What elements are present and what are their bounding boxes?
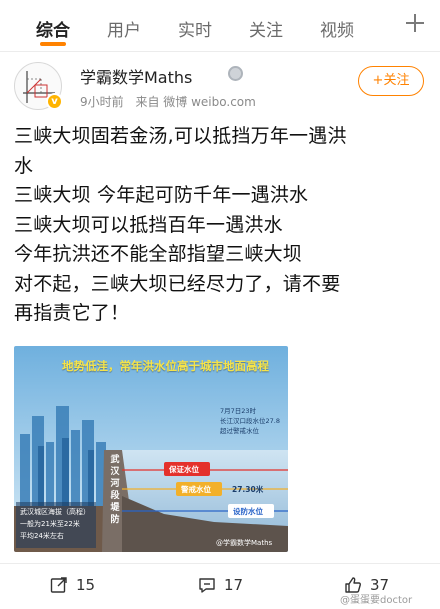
top-tabs: 综合 用户 实时 关注 视频 — [0, 0, 440, 52]
image-title: 地势低洼，常年洪水位高于城市地面高程 — [62, 359, 269, 373]
post-meta: 9小时前 来自 微博 weibo.com — [80, 93, 264, 110]
image-date-note: 7月7日23时 长江汉口段水位27.8 超过警戒水位 — [220, 407, 280, 435]
guarantee-level-label: 保证水位 — [169, 465, 199, 474]
tab-video[interactable]: 视频 — [320, 16, 354, 41]
post-line: 水 — [14, 154, 34, 177]
city-elevation-note: 武汉城区海拔（高程） 一般为21米至22米 平均24米左右 — [20, 508, 90, 540]
repost-button[interactable]: 15 — [50, 576, 95, 594]
image-watermark: @学霸数学Maths — [216, 539, 273, 547]
page-watermark: @蛋蛋要doctor — [340, 595, 413, 606]
tab-realtime[interactable]: 实时 — [178, 16, 212, 41]
tab-users[interactable]: 用户 — [107, 16, 141, 41]
repost-count: 15 — [76, 576, 96, 594]
comment-button[interactable]: 17 — [198, 576, 243, 594]
add-tab-icon[interactable] — [404, 12, 426, 34]
repost-icon — [50, 577, 67, 593]
post-line: 再指责它了！ — [14, 302, 130, 324]
post-line: 对不起，三峡大坝已经尽力了，请不要 — [14, 272, 341, 295]
dike-label: 武 汉 河 段 堤 防 — [110, 455, 120, 525]
verified-badge-icon: v — [46, 93, 63, 110]
author-name[interactable]: 学霸数学Maths — [80, 64, 192, 88]
post-image[interactable]: 地势低洼，常年洪水位高于城市地面高程 7月7日23时 长江汉口段水位27.8 超… — [14, 346, 288, 552]
post-line: 三峡大坝固若金汤,可以抵挡万年一遇洪 — [14, 125, 347, 147]
post-line: 三峡大坝 今年起可防千年一遇洪水 — [14, 184, 309, 206]
post-source: 来自 微博 weibo.com — [135, 95, 256, 109]
comment-count: 17 — [224, 576, 244, 594]
comment-icon — [199, 578, 215, 593]
post-body: 三峡大坝固若金汤,可以抵挡万年一遇洪 水 三峡大坝 今年起可防千年一遇洪水 三峡… — [14, 122, 426, 329]
tab-following[interactable]: 关注 — [249, 16, 283, 41]
warning-level-label: 警戒水位 — [181, 485, 211, 494]
warning-level-value: 27.30米 — [232, 485, 264, 494]
post-line: 三峡大坝可以抵挡百年一遇洪水 — [14, 213, 283, 236]
follow-button[interactable]: +关注 — [358, 66, 424, 96]
medal-icon — [228, 66, 243, 81]
active-tab-indicator — [40, 42, 66, 46]
post-time: 9小时前 — [80, 95, 124, 109]
defense-level-label: 设防水位 — [233, 507, 263, 516]
tab-comprehensive[interactable]: 综合 — [36, 16, 70, 41]
post-line: 今年抗洪还不能全部指望三峡大坝 — [14, 243, 303, 265]
